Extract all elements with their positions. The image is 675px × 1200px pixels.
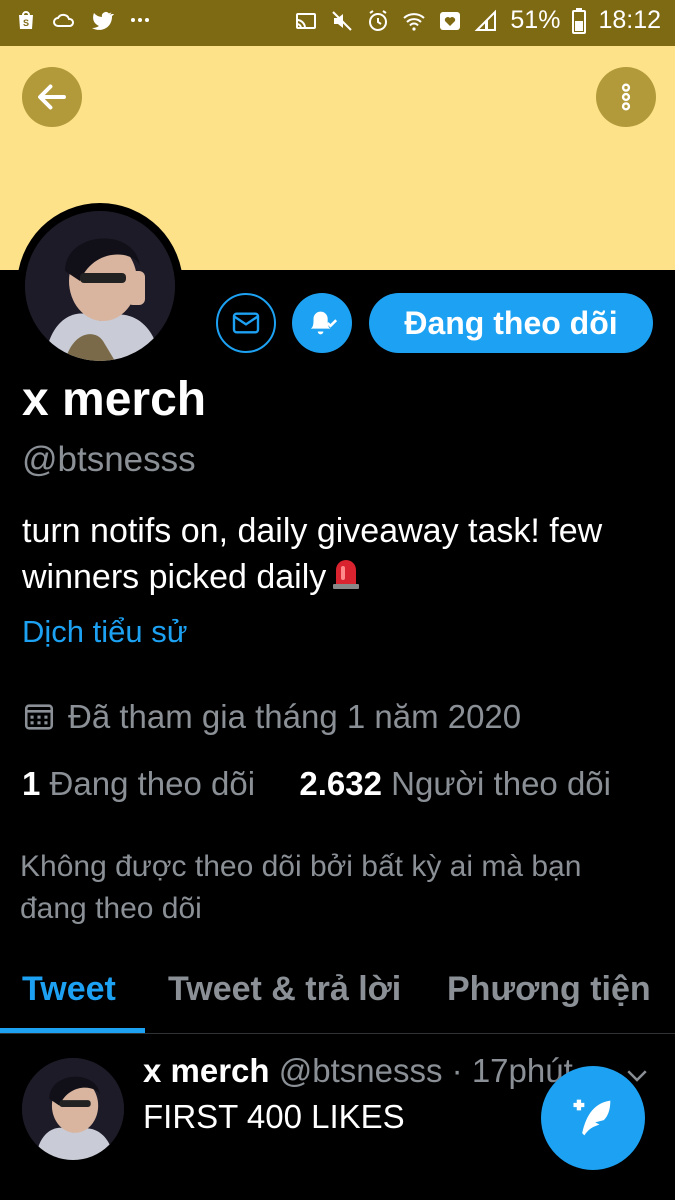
heart-icon <box>440 11 461 30</box>
twitter-icon <box>92 12 114 30</box>
status-bar-right: 51% 18:12 <box>294 6 661 35</box>
shop-icon: S <box>19 11 33 29</box>
cast-icon <box>296 12 317 29</box>
svg-text:S: S <box>23 18 29 28</box>
follow-stats: 1 Đang theo dõi 2.632 Người theo dõi <box>22 765 611 803</box>
clock: 18:12 <box>598 6 661 34</box>
translate-bio-link[interactable]: Dịch tiểu sử <box>22 614 187 650</box>
joined-text: Đã tham gia tháng 1 năm 2020 <box>68 698 522 735</box>
calendar-icon <box>24 704 54 730</box>
tweet-separator: · <box>451 1052 463 1089</box>
back-button[interactable] <box>22 67 82 127</box>
battery-icon <box>572 7 587 34</box>
active-tab-indicator <box>0 1028 145 1033</box>
profile-bio: turn notifs on, daily giveaway task! few… <box>22 508 662 602</box>
more-vertical-icon <box>621 83 631 111</box>
feather-plus-icon <box>573 1099 611 1136</box>
following-label: Đang theo dõi <box>49 765 256 802</box>
tab-tweets-replies[interactable]: Tweet & trả lời <box>168 970 401 1009</box>
following-link[interactable]: 1 Đang theo dõi <box>22 765 255 802</box>
tweet-text: FIRST 400 LIKES <box>143 1098 405 1135</box>
tab-tweets[interactable]: Tweet <box>22 970 116 1009</box>
tweet-author-handle[interactable]: @btsnesss <box>279 1052 443 1089</box>
profile-avatar[interactable] <box>25 211 175 361</box>
notifications-toggle[interactable] <box>292 293 352 353</box>
avatar-photo <box>25 211 175 361</box>
cloud-icon <box>53 13 74 27</box>
signal-icon <box>474 9 497 31</box>
tab-media[interactable]: Phương tiện <box>447 970 651 1009</box>
envelope-icon <box>232 312 260 334</box>
siren-emoji <box>330 556 362 602</box>
following-count: 1 <box>22 765 41 802</box>
tweet-header: x merch @btsnesss · 17phút <box>143 1052 573 1090</box>
status-bar-left: S <box>14 8 152 32</box>
tweet-avatar-photo <box>22 1058 124 1160</box>
message-button[interactable] <box>216 293 276 353</box>
followers-count: 2.632 <box>299 765 382 802</box>
followers-link[interactable]: 2.632 Người theo dõi <box>299 765 611 802</box>
arrow-left-icon <box>38 84 66 110</box>
profile-tabs: Tweet Tweet & trả lời Phương tiện <box>0 960 675 1034</box>
profile-handle: @btsnesss <box>22 440 196 479</box>
followers-label: Người theo dõi <box>391 765 611 802</box>
status-bar: S 51% 18:12 <box>0 0 675 46</box>
bio-text: turn notifs on, daily giveaway task! few… <box>22 512 603 596</box>
profile-avatar-ring <box>17 203 183 369</box>
following-button[interactable]: Đang theo dõi <box>369 293 653 353</box>
tweet-avatar[interactable] <box>22 1058 124 1160</box>
not-followed-note: Không được theo dõi bởi bất kỳ ai mà bạn… <box>20 850 582 925</box>
joined-date: Đã tham gia tháng 1 năm 2020 <box>22 698 521 736</box>
compose-tweet-button[interactable] <box>541 1066 645 1170</box>
wifi-icon <box>403 12 426 31</box>
more-dots-icon <box>131 18 149 22</box>
profile-name: x merch <box>22 373 207 426</box>
bell-check-icon <box>310 311 338 335</box>
battery-percentage: 51% <box>510 6 561 34</box>
alarm-icon <box>369 9 388 31</box>
mute-icon <box>332 10 353 31</box>
tweet-author-name[interactable]: x merch <box>143 1052 270 1089</box>
more-options-button[interactable] <box>596 67 656 127</box>
